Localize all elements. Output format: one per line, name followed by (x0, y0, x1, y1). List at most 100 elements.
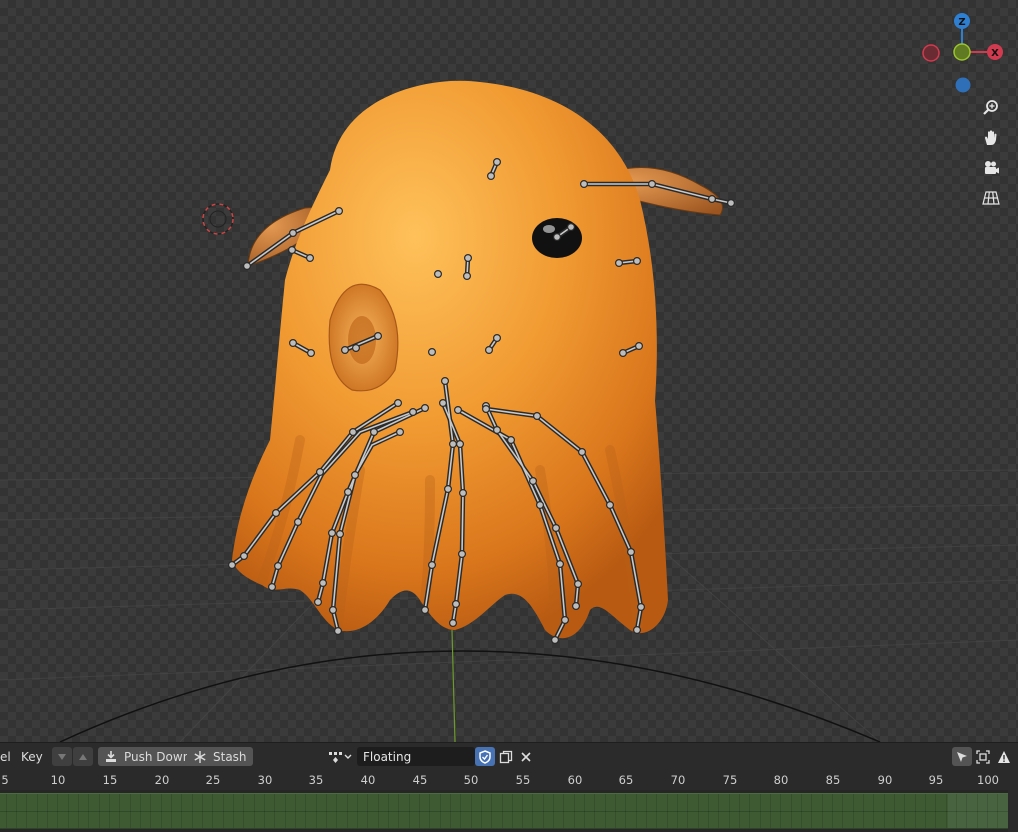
bone-joint[interactable] (434, 270, 443, 279)
bone-joint[interactable] (618, 349, 627, 358)
warning-icon[interactable] (994, 747, 1014, 766)
bone-joint[interactable] (507, 436, 516, 445)
scene-canvas[interactable]: Z X (0, 0, 1018, 742)
bone-joint[interactable] (396, 428, 405, 437)
bone-joint[interactable] (329, 605, 338, 614)
bone-joint[interactable] (335, 207, 344, 216)
bone-joint[interactable] (288, 246, 297, 255)
bone-joint[interactable] (272, 509, 281, 518)
bone-joint[interactable] (344, 488, 353, 497)
bone-joint[interactable] (428, 348, 437, 357)
bone-joint[interactable] (289, 339, 298, 348)
push-down-button[interactable]: Push Down (98, 747, 197, 766)
bone-joint[interactable] (552, 233, 561, 242)
bone-joint[interactable] (726, 199, 735, 208)
bone-joint[interactable] (493, 426, 502, 435)
bone-joint[interactable] (334, 626, 343, 635)
vertical-scrollbar[interactable] (1008, 790, 1018, 832)
bone-joint[interactable] (274, 561, 283, 570)
bone-joint[interactable] (577, 448, 586, 457)
bone-joint[interactable] (560, 615, 569, 624)
action-strip[interactable] (0, 793, 1009, 829)
bone-joint[interactable] (634, 342, 643, 351)
bone-joint[interactable] (341, 346, 350, 355)
cursor-select-icon[interactable] (952, 747, 972, 766)
bone-joint[interactable] (535, 501, 544, 510)
bone-joint[interactable] (459, 489, 468, 498)
bone-joint[interactable] (458, 549, 467, 558)
key-menu[interactable]: Key (17, 747, 47, 766)
hand-pan-icon[interactable] (980, 127, 1002, 149)
action-name-field[interactable]: Floating (357, 747, 475, 766)
triangle-up-icon[interactable] (73, 747, 93, 766)
bone-joint[interactable] (243, 262, 252, 271)
camera-icon[interactable] (980, 157, 1002, 179)
bone-joint[interactable] (449, 618, 458, 627)
bone-joint[interactable] (316, 468, 325, 477)
bone-joint[interactable] (328, 528, 337, 537)
triangle-down-icon[interactable] (52, 747, 72, 766)
bone-joint[interactable] (307, 349, 316, 358)
zoom-icon[interactable] (980, 97, 1002, 119)
bone-joint[interactable] (228, 560, 237, 569)
bone-joint[interactable] (632, 625, 641, 634)
bone-joint[interactable] (294, 517, 303, 526)
bone-joint[interactable] (456, 440, 465, 449)
bone-joint[interactable] (707, 195, 716, 204)
bone-joint[interactable] (463, 272, 472, 281)
bone-joint[interactable] (555, 559, 564, 568)
bone-joint[interactable] (454, 406, 463, 415)
bone-joint[interactable] (626, 547, 635, 556)
bone-joint[interactable] (444, 485, 453, 494)
bone-joint[interactable] (528, 477, 537, 486)
bone-joint[interactable] (550, 635, 559, 644)
bone-joint[interactable] (573, 579, 582, 588)
bone-joint[interactable] (421, 404, 430, 413)
bone-joint[interactable] (579, 180, 588, 189)
bone-joint[interactable] (336, 529, 345, 538)
bone-joint[interactable] (487, 172, 496, 181)
bone-joint[interactable] (452, 599, 461, 608)
fake-user-shield-icon[interactable] (475, 747, 495, 766)
action-strip-area[interactable] (0, 790, 1018, 832)
bone-joint[interactable] (636, 602, 645, 611)
bone-joint[interactable] (464, 254, 473, 263)
duplicate-icon[interactable] (496, 747, 516, 766)
bone-joint[interactable] (352, 344, 361, 353)
frame-icon[interactable] (973, 747, 993, 766)
bone-joint[interactable] (532, 412, 541, 421)
bone-joint[interactable] (439, 399, 448, 408)
bone-joint[interactable] (268, 582, 277, 591)
grid-perspective-icon[interactable] (980, 187, 1002, 209)
bone-joint[interactable] (441, 377, 450, 386)
bone-joint[interactable] (289, 229, 298, 238)
bone-joint[interactable] (566, 223, 575, 232)
bone-joint[interactable] (240, 551, 249, 560)
bone-joint[interactable] (428, 560, 437, 569)
bone-joint[interactable] (632, 257, 641, 266)
bone-joint[interactable] (614, 259, 623, 268)
stash-button[interactable]: Stash (187, 747, 253, 766)
3d-viewport[interactable]: Z X (0, 0, 1018, 742)
bone-joint[interactable] (314, 597, 323, 606)
bone-joint[interactable] (421, 605, 430, 614)
bone-joint[interactable] (306, 254, 315, 263)
bone-joint[interactable] (319, 578, 328, 587)
unlink-close-icon[interactable] (516, 747, 536, 766)
action-browse-icon[interactable] (326, 747, 356, 766)
bone-joint[interactable] (647, 180, 656, 189)
bone-joint[interactable] (493, 158, 502, 167)
bone-joint[interactable] (493, 334, 502, 343)
bone-joint[interactable] (571, 601, 580, 610)
bone-joint[interactable] (349, 428, 358, 437)
bone-joint[interactable] (449, 440, 458, 449)
bone-joint[interactable] (482, 405, 491, 414)
bone-joint[interactable] (351, 471, 360, 480)
bone-joint[interactable] (374, 332, 383, 341)
frame-ruler[interactable]: 5 10 15 20 25 30 35 40 45 50 55 60 65 70… (0, 770, 1018, 790)
bone-joint[interactable] (551, 523, 560, 532)
bone-joint[interactable] (605, 501, 614, 510)
bone-joint[interactable] (485, 346, 494, 355)
bone-joint[interactable] (370, 428, 379, 437)
bone-joint[interactable] (409, 408, 418, 417)
